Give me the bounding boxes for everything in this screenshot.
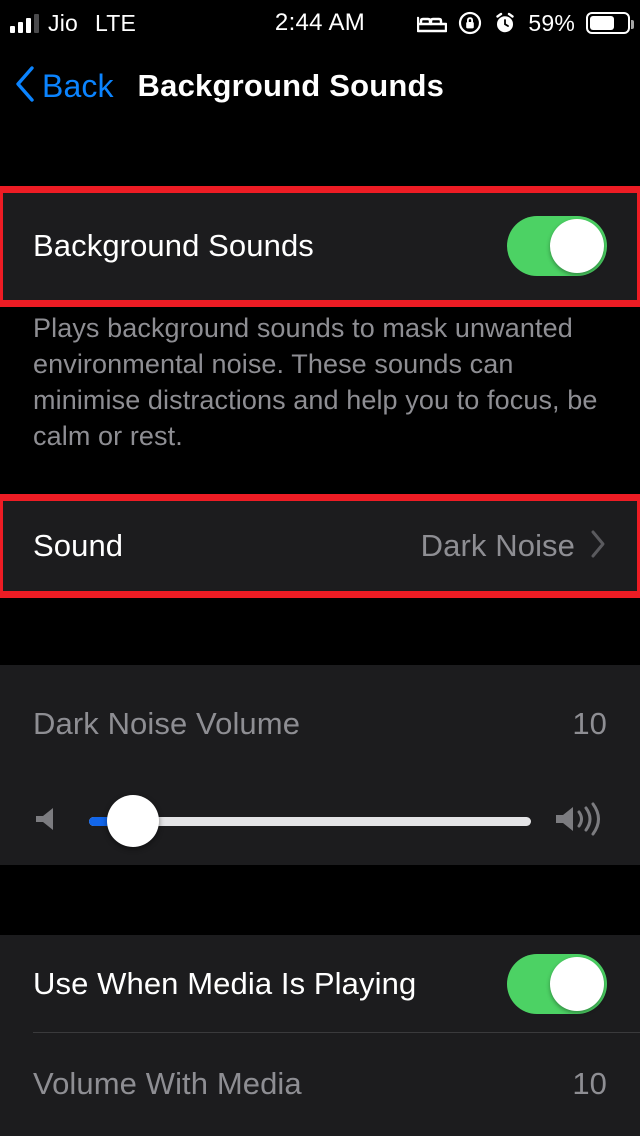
toggle-knob	[550, 956, 604, 1011]
sound-section: Sound Dark Noise	[0, 499, 640, 593]
volume-with-media-value: 10	[572, 1066, 607, 1101]
background-sounds-description: Plays background sounds to mask unwanted…	[33, 313, 598, 451]
volume-label: Dark Noise Volume	[33, 706, 301, 741]
volume-with-media-row: Volume With Media 10	[0, 1032, 640, 1136]
background-sounds-section: Background Sounds	[0, 190, 640, 302]
bed-icon	[417, 12, 448, 34]
background-sounds-toggle[interactable]	[507, 216, 607, 276]
volume-with-media-label: Volume With Media	[33, 1066, 302, 1101]
volume-slider[interactable]	[89, 783, 531, 859]
media-section: Use When Media Is Playing Volume With Me…	[0, 935, 640, 1136]
chevron-left-icon	[14, 65, 36, 108]
sound-row-right: Dark Noise	[421, 528, 607, 564]
volume-slider-row[interactable]	[0, 783, 640, 859]
sound-row[interactable]: Sound Dark Noise	[0, 499, 640, 593]
use-when-media-label: Use When Media Is Playing	[33, 965, 417, 1001]
use-when-media-toggle[interactable]	[507, 953, 607, 1014]
back-button[interactable]: Back	[14, 65, 114, 108]
back-label: Back	[42, 67, 114, 104]
toggle-knob	[550, 219, 604, 273]
sound-value: Dark Noise	[420, 528, 575, 563]
slider-track	[89, 795, 531, 847]
volume-value: 10	[572, 706, 607, 741]
volume-section: Dark Noise Volume 10	[0, 665, 640, 865]
background-sounds-label: Background Sounds	[33, 228, 314, 263]
slider-thumb[interactable]	[107, 795, 160, 847]
volume-header-row: Dark Noise Volume 10	[0, 665, 640, 783]
speaker-low-icon	[33, 802, 67, 841]
navigation-bar: Back Background Sounds	[0, 58, 640, 114]
status-bar: Jio LTE 2:44 AM 59%	[0, 0, 640, 46]
phone-screen: Jio LTE 2:44 AM 59% Back Background Soun…	[0, 0, 640, 1136]
use-when-media-row[interactable]: Use When Media Is Playing	[0, 935, 640, 1032]
speaker-high-icon	[553, 800, 607, 843]
background-sounds-row[interactable]: Background Sounds	[0, 190, 640, 302]
status-bar-right: 59%	[417, 9, 634, 37]
sound-label: Sound	[33, 528, 124, 563]
chevron-right-icon	[589, 529, 607, 564]
page-title: Background Sounds	[137, 68, 445, 103]
alarm-clock-icon	[493, 11, 517, 35]
rotation-lock-icon	[458, 11, 482, 35]
battery-icon	[586, 12, 634, 34]
battery-percentage: 59%	[528, 9, 575, 36]
